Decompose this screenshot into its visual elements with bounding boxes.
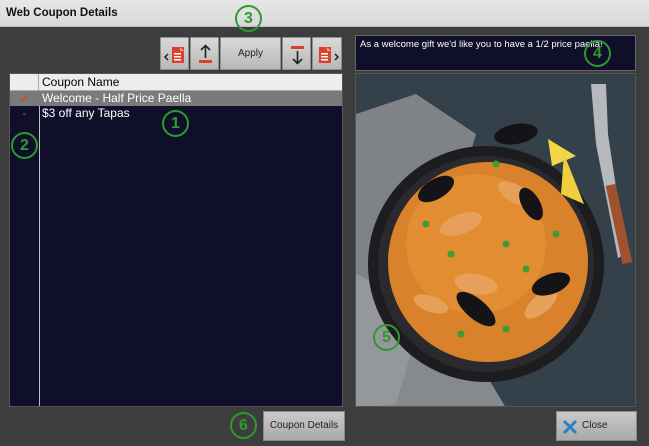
list-item[interactable]: ✔ Welcome - Half Price Paella [10, 91, 342, 106]
coupon-window: Web Coupon Details Apply Coupon Name ✔ W… [0, 0, 649, 446]
apply-coupon-button[interactable]: Apply Coupon [220, 37, 281, 90]
doc-prev-icon [163, 47, 184, 63]
doc-next-icon [319, 47, 340, 63]
coupon-details-label: Coupon Details [269, 420, 339, 431]
applied-check-icon: ✔ [19, 91, 30, 105]
callout-4: 4 [584, 40, 611, 67]
coupon-name: Welcome - Half Price Paella [42, 91, 192, 105]
last-coupon-button[interactable] [312, 37, 342, 70]
not-applied-marker: - [22, 106, 27, 120]
callout-6: 6 [230, 412, 257, 439]
title-bar: Web Coupon Details [0, 0, 649, 27]
coupon-image [355, 73, 636, 407]
window-title: Web Coupon Details [6, 7, 118, 19]
coupon-details-button[interactable]: Coupon Details [263, 411, 345, 441]
paella-image [356, 74, 635, 406]
list-header: Coupon Name [10, 74, 342, 91]
selector-column-header [10, 74, 39, 91]
callout-1: 1 [162, 110, 189, 137]
coupon-name: $3 off any Tapas [42, 106, 130, 120]
coupon-name-column-header[interactable]: Coupon Name [42, 75, 119, 89]
callout-5: 5 [373, 324, 400, 351]
column-divider [39, 91, 40, 406]
callout-2: 2 [11, 132, 38, 159]
close-button[interactable]: Close [556, 411, 637, 441]
arrow-up-icon [199, 44, 212, 63]
move-up-button[interactable] [190, 37, 219, 70]
close-label: Close [582, 420, 608, 431]
first-coupon-button[interactable] [160, 37, 189, 70]
arrow-down-icon [291, 46, 304, 65]
move-down-button[interactable] [282, 37, 311, 70]
close-icon [562, 419, 578, 435]
callout-3: 3 [235, 5, 262, 32]
